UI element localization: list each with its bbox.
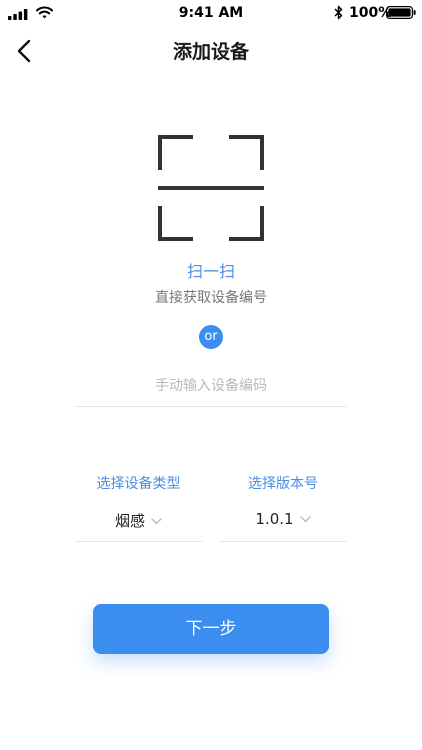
device-code-input[interactable]	[75, 365, 347, 407]
next-step-button[interactable]: 下一步	[93, 604, 329, 654]
chevron-down-icon	[151, 517, 162, 524]
nav-bar: 添加设备	[0, 28, 422, 72]
device-type-value: 烟感	[114, 512, 145, 530]
device-type-select[interactable]: 选择设备类型 烟感	[75, 472, 202, 542]
scan-frame-icon[interactable]	[155, 132, 267, 244]
version-select[interactable]: 选择版本号 1.0.1	[219, 472, 347, 542]
or-divider-badge: or	[199, 325, 223, 349]
chevron-down-icon	[299, 516, 311, 523]
device-type-label: 选择设备类型	[96, 476, 181, 492]
version-value: 1.0.1	[255, 510, 294, 528]
battery-icon	[386, 6, 416, 19]
page-title: 添加设备	[172, 41, 249, 63]
scan-subtitle: 直接获取设备编号	[155, 290, 267, 306]
status-bar: 9:41 AM 100%	[0, 0, 422, 26]
version-dropdown[interactable]: 1.0.1	[219, 510, 347, 528]
device-type-dropdown[interactable]: 烟感	[75, 510, 202, 531]
bluetooth-icon	[334, 5, 343, 20]
scan-link[interactable]: 扫一扫	[0, 258, 422, 282]
version-label: 选择版本号	[248, 476, 318, 492]
